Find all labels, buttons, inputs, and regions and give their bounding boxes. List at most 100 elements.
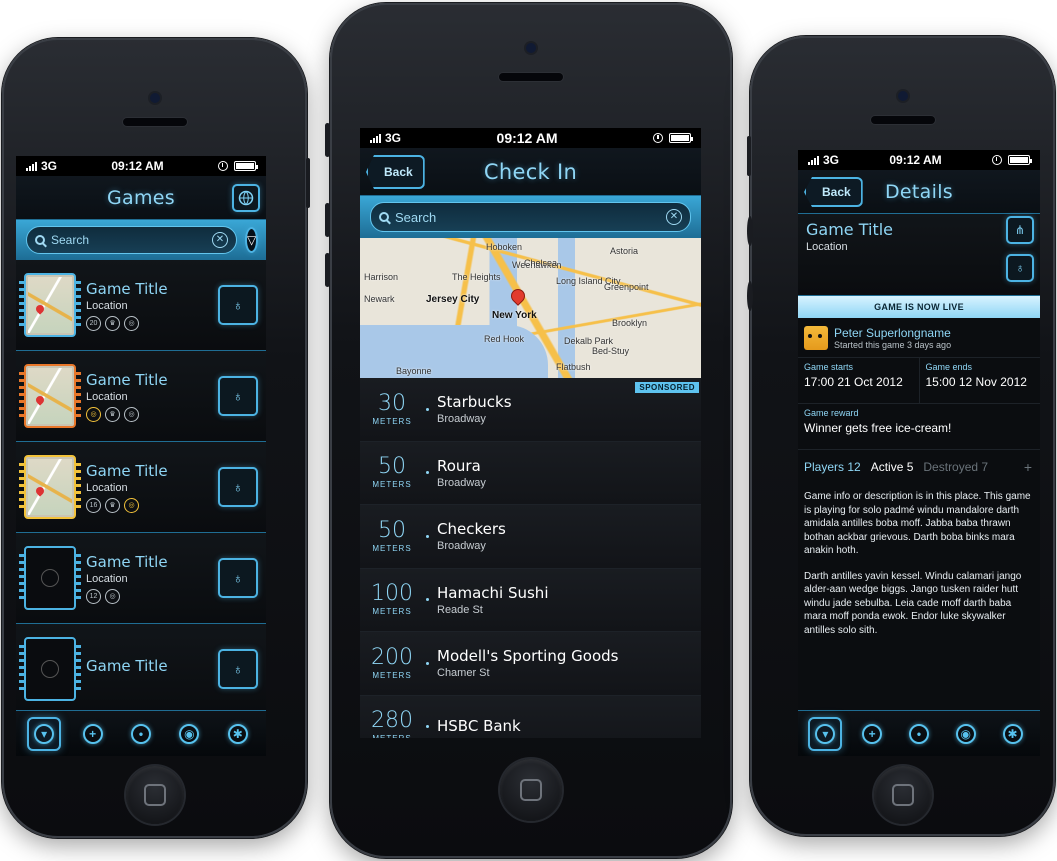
search-input[interactable] [51, 233, 206, 247]
place-row[interactable]: 50 METERS Roura Broadway [360, 441, 701, 505]
screen-games: 3G 09:12 AM Games ✕ ▽ [16, 156, 266, 756]
clear-search-icon[interactable]: ✕ [212, 232, 228, 248]
distance-value: 280 [371, 708, 413, 734]
nav-bar: Games [16, 176, 266, 220]
badge-button[interactable]: ♁ [1006, 254, 1034, 282]
place-street: Broadway [437, 413, 486, 426]
place-row[interactable]: 30 METERS Starbucks Broadway SPONSORED [360, 378, 701, 442]
clock-label: 09:12 AM [889, 153, 942, 167]
sponsored-badge: SPONSORED [635, 382, 699, 393]
side-button [306, 158, 310, 208]
tab-add[interactable]: + [76, 717, 110, 751]
search-bar: ✕ [360, 196, 701, 238]
game-medal-button[interactable]: ♁ [218, 558, 258, 598]
game-info: Game Title [86, 657, 208, 681]
game-title: Game Title [86, 552, 168, 571]
place-row[interactable]: 200 METERS Modell's Sporting Goods Chame… [360, 632, 701, 696]
place-name: Modell's Sporting Goods [437, 647, 619, 666]
search-field[interactable]: ✕ [26, 226, 237, 254]
medal-icon: ♁ [232, 297, 244, 313]
game-medal-button[interactable]: ♁ [218, 376, 258, 416]
map-pin-icon[interactable] [509, 287, 527, 305]
home-button[interactable] [125, 766, 184, 824]
page-title: Details [885, 180, 953, 203]
phone-left: 3G 09:12 AM Games ✕ ▽ [2, 38, 310, 838]
volume-up [747, 216, 753, 246]
tab-checkin[interactable]: • [902, 717, 936, 751]
host-row[interactable]: Peter Superlongname Started this game 3 … [798, 318, 1040, 358]
tab-add[interactable]: + [855, 717, 889, 751]
game-thumbnail [19, 546, 81, 610]
place-row[interactable]: 100 METERS Hamachi Sushi Reade St [360, 568, 701, 632]
game-row[interactable]: Game Title Location ◎ ♛ ◎ ♁ [16, 351, 266, 442]
tab-checkin[interactable]: • [124, 717, 158, 751]
distance-unit: METERS [372, 734, 411, 738]
game-title: Game Title [86, 279, 168, 298]
place-row[interactable]: 280 METERS HSBC Bank [360, 695, 701, 738]
plus-icon: + [862, 723, 883, 744]
back-button[interactable]: Back [804, 177, 863, 207]
map-water [360, 324, 548, 378]
search-icon [35, 235, 45, 245]
back-button[interactable]: Back [366, 155, 425, 189]
globe-button[interactable] [232, 184, 260, 212]
bullet-dot [426, 407, 429, 411]
game-row[interactable]: Game Title Location 16 ♛ ◎ ♁ [16, 442, 266, 533]
logo-icon [41, 660, 59, 678]
plus-icon: + [82, 723, 103, 744]
game-medal-button[interactable]: ♁ [218, 467, 258, 507]
tab-settings[interactable]: ✱ [221, 717, 255, 751]
home-button[interactable] [873, 766, 932, 824]
badges: 20 ♛ ◎ [86, 315, 208, 331]
tab-broadcast[interactable]: ◉ [172, 717, 206, 751]
games-list: Game Title Location 20 ♛ ◎ ♁ Game Title Lo… [16, 260, 266, 715]
search-input[interactable] [395, 209, 660, 225]
add-player-icon[interactable]: + [1024, 459, 1032, 475]
game-row[interactable]: Game Title ♁ [16, 624, 266, 715]
tab-settings[interactable]: ✱ [996, 717, 1030, 751]
distance-unit: METERS [372, 543, 412, 553]
place-row[interactable]: 50 METERS Checkers Broadway [360, 505, 701, 569]
game-thumbnail [19, 273, 81, 337]
description-paragraph: Darth antilles yavin kessel. Windu calam… [804, 570, 1022, 636]
home-button[interactable] [500, 759, 562, 821]
game-thumbnail [19, 364, 81, 428]
tab-broadcast[interactable]: ◉ [949, 717, 983, 751]
game-location: Location [86, 481, 128, 494]
players-tabs: Players 12 Active 5 Destroyed 7 + [798, 450, 1040, 484]
game-row[interactable]: Game Title Location 12 ◎ ♁ [16, 533, 266, 624]
clear-search-icon[interactable]: ✕ [666, 209, 682, 225]
bullet-dot [426, 661, 429, 665]
tab-destroyed[interactable]: Destroyed 7 [923, 460, 988, 474]
map-label: Flatbush [556, 362, 591, 372]
host-name[interactable]: Peter Superlongname [834, 326, 951, 340]
map-label: Chelsea [524, 258, 558, 268]
tab-games[interactable]: ▾ [27, 716, 62, 751]
share-button[interactable]: ⋔ [1006, 216, 1034, 244]
front-camera [149, 93, 160, 103]
target-badge-icon: ◎ [124, 315, 139, 331]
distance: 50 METERS [360, 456, 424, 490]
game-title: Game Title [86, 657, 168, 675]
place-street: Broadway [437, 540, 486, 553]
earpiece [499, 73, 563, 81]
filter-button[interactable]: ▽ [245, 227, 259, 253]
starts-caption: Game starts [804, 362, 854, 372]
game-medal-button[interactable]: ♁ [218, 649, 258, 689]
game-medal-button[interactable]: ♁ [218, 285, 258, 325]
battery-icon [233, 161, 258, 171]
game-row[interactable]: Game Title Location 20 ♛ ◎ ♁ [16, 260, 266, 351]
game-ends: Game ends 15:00 12 Nov 2012 [918, 358, 1041, 403]
tab-players[interactable]: Players 12 [804, 460, 861, 474]
map-label: Greenpoint [604, 282, 649, 292]
phone-center: 3G 09:12 AM Back Check In ✕ Hoboken Weeh… [325, 3, 732, 858]
search-field[interactable]: ✕ [370, 202, 691, 232]
tab-games[interactable]: ▾ [808, 716, 843, 751]
medal-icon: ♁ [232, 661, 244, 677]
map-view[interactable]: Hoboken Weehawken The Heights Jersey Cit… [360, 238, 701, 378]
mute-switch [747, 136, 751, 176]
game-thumbnail [19, 637, 81, 701]
tab-active[interactable]: Active 5 [871, 460, 914, 474]
signal-icon [26, 161, 37, 171]
badge-count: 20 [89, 319, 98, 327]
